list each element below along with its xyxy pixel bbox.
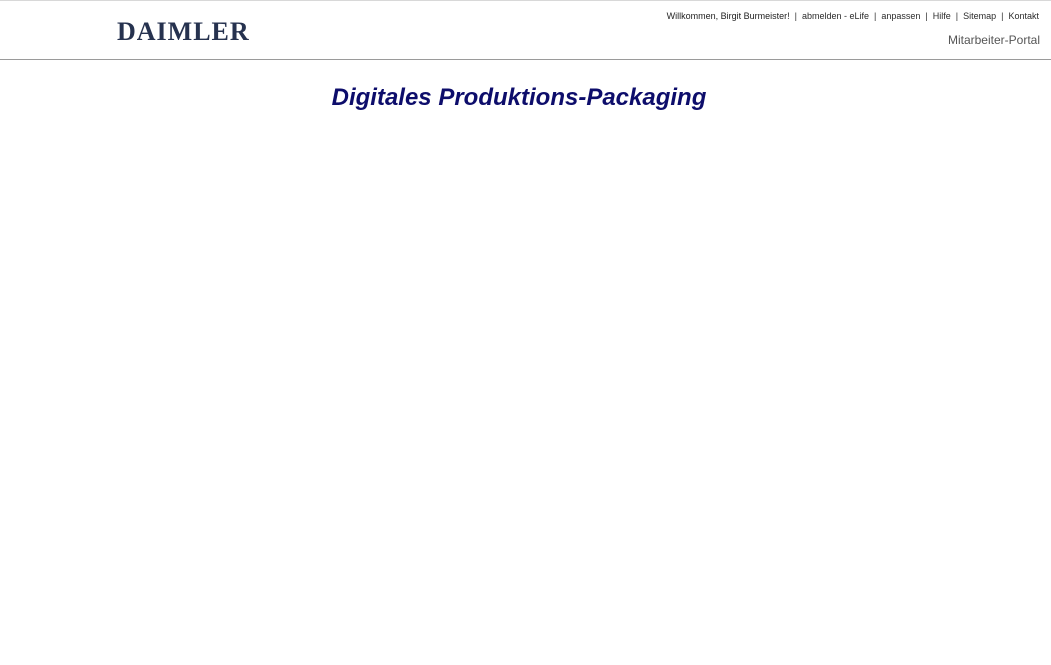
contact-link[interactable]: Kontakt (1008, 11, 1039, 21)
logout-link[interactable]: abmelden - eLife (802, 11, 869, 21)
header-bar: DAIMLER Willkommen, Birgit Burmeister! |… (0, 0, 1051, 60)
link-separator: | (955, 11, 959, 21)
header-top-divider (0, 0, 1051, 1)
sitemap-link[interactable]: Sitemap (963, 11, 996, 21)
portal-page: DAIMLER Willkommen, Birgit Burmeister! |… (0, 0, 1051, 665)
customize-link[interactable]: anpassen (881, 11, 920, 21)
top-links-bar: Willkommen, Birgit Burmeister! | abmelde… (667, 9, 1039, 23)
help-link[interactable]: Hilfe (933, 11, 951, 21)
page-title: Digitales Produktions-Packaging (331, 84, 707, 111)
welcome-text: Willkommen, Birgit Burmeister! (666, 11, 790, 21)
link-separator: | (874, 11, 877, 21)
daimler-logo[interactable]: DAIMLER (117, 17, 250, 47)
link-separator: | (1001, 11, 1004, 21)
link-separator: | (794, 11, 797, 21)
link-separator: | (925, 11, 928, 21)
portal-name: Mitarbeiter-Portal (947, 33, 1040, 47)
